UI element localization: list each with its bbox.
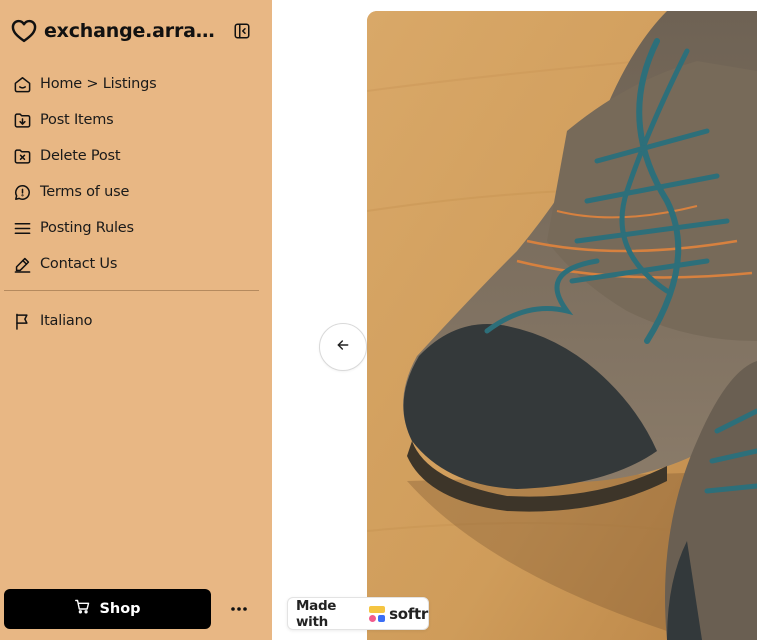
sidebar-divider: [4, 290, 259, 291]
sidebar-item-terms[interactable]: Terms of use: [4, 174, 260, 210]
listing-photo[interactable]: [367, 11, 757, 640]
sidebar-item-home[interactable]: Home > Listings: [4, 66, 260, 102]
cart-icon: [74, 598, 91, 620]
previous-image-button[interactable]: [319, 323, 367, 371]
brand-header[interactable]: exchange.arrampicata: [10, 14, 262, 48]
app-root: exchange.arrampicata Home > Listings Pos…: [0, 0, 757, 640]
sidebar-item-delete-post[interactable]: Delete Post: [4, 138, 260, 174]
pen-icon: [12, 254, 32, 274]
sidebar-nav: Home > Listings Post Items Delete Post T…: [4, 66, 260, 282]
flag-icon: [12, 311, 32, 331]
boot-photo-image: [367, 11, 757, 640]
sidebar-item-label: Terms of use: [40, 184, 130, 200]
softr-brand-label: softr: [389, 604, 428, 623]
heart-icon: [10, 17, 38, 45]
arrow-left-icon: [335, 337, 351, 358]
sidebar-item-label: Italiano: [40, 313, 93, 329]
collapse-sidebar-icon[interactable]: [232, 21, 252, 41]
home-icon: [12, 74, 32, 94]
sidebar-item-post-items[interactable]: Post Items: [4, 102, 260, 138]
chat-alert-icon: [12, 182, 32, 202]
sidebar-item-posting-rules[interactable]: Posting Rules: [4, 210, 260, 246]
sidebar: exchange.arrampicata Home > Listings Pos…: [0, 0, 272, 640]
more-dots-icon[interactable]: [226, 596, 252, 622]
brand-title: exchange.arrampicata: [44, 20, 216, 42]
sidebar-item-label: Post Items: [40, 112, 114, 128]
sidebar-item-label: Posting Rules: [40, 220, 134, 236]
folder-x-icon: [12, 146, 32, 166]
made-with-label: Made with: [296, 597, 337, 630]
shop-label: Shop: [99, 601, 141, 617]
sidebar-item-label: Contact Us: [40, 256, 118, 272]
sidebar-item-language[interactable]: Italiano: [4, 303, 260, 339]
sidebar-item-label: Delete Post: [40, 148, 121, 164]
sidebar-nav-secondary: Italiano: [4, 303, 260, 339]
folder-download-icon: [12, 110, 32, 130]
softr-logo-icon: [369, 605, 386, 622]
made-with-softr-badge[interactable]: Made with softr: [287, 597, 429, 630]
shop-button[interactable]: Shop: [4, 589, 211, 629]
sidebar-item-label: Home > Listings: [40, 76, 157, 92]
sidebar-item-contact[interactable]: Contact Us: [4, 246, 260, 282]
menu-lines-icon: [12, 218, 32, 238]
